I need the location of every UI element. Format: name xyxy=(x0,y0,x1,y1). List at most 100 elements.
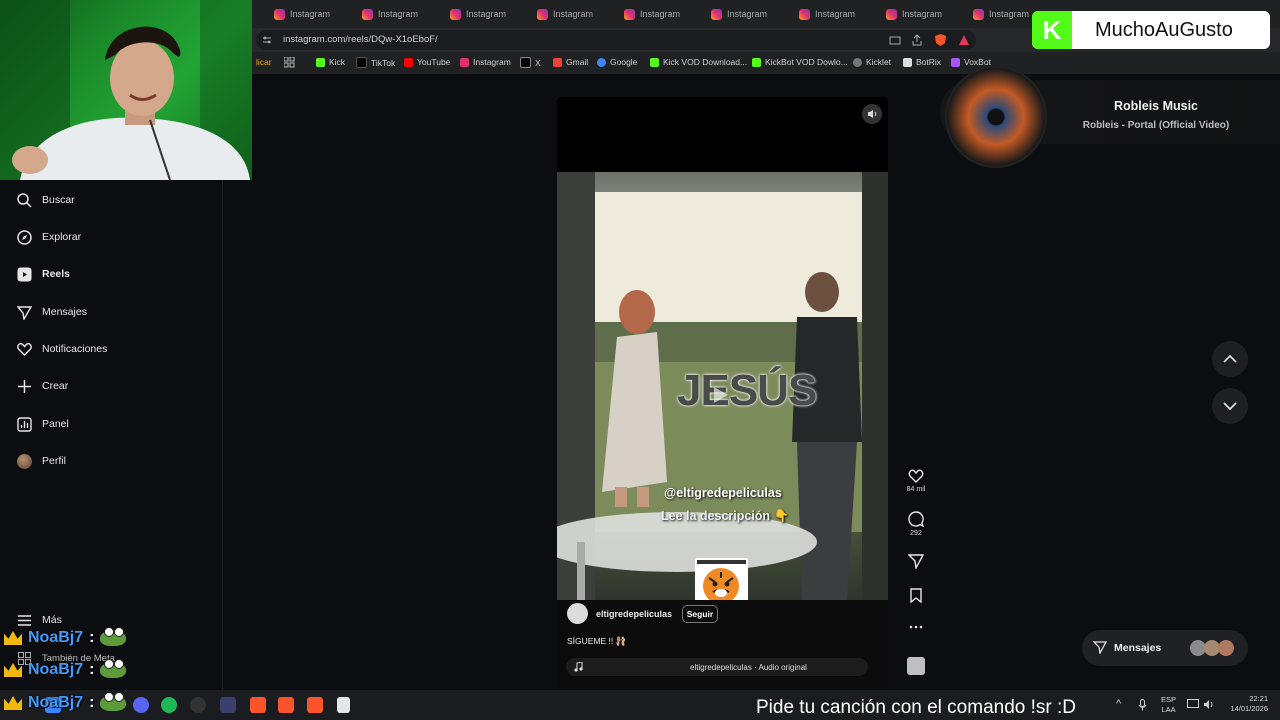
more-options-button[interactable] xyxy=(903,625,929,629)
bookmark-gmail[interactable]: Gmail xyxy=(553,57,588,67)
chevron-down-icon xyxy=(1223,402,1237,410)
share-icon[interactable] xyxy=(911,34,923,46)
kicklet-icon xyxy=(853,57,862,67)
bookmark-youtube[interactable]: YouTube xyxy=(404,57,450,67)
chart-icon xyxy=(16,416,32,432)
instagram-icon xyxy=(973,8,984,20)
creator-avatar[interactable] xyxy=(567,603,588,624)
file-icon[interactable] xyxy=(337,697,350,713)
x-icon xyxy=(520,57,531,68)
search-icon xyxy=(16,192,32,208)
chat-message: NoaBj7: xyxy=(4,659,127,679)
discord-icon[interactable] xyxy=(133,697,149,713)
network-icon[interactable] xyxy=(1187,699,1199,710)
music-song: Robleis - Portal (Official Video) xyxy=(1082,120,1230,131)
sidebar-item-reels[interactable]: Reels xyxy=(16,266,70,282)
install-icon[interactable] xyxy=(889,34,901,46)
bookmark-x[interactable]: X xyxy=(520,57,541,68)
send-icon xyxy=(908,554,924,569)
gmail-icon xyxy=(553,57,562,67)
heart-icon xyxy=(16,341,32,357)
instagram-icon xyxy=(362,8,373,20)
avatar xyxy=(1218,640,1234,656)
instagram-icon xyxy=(450,8,461,20)
channel-name: MuchoAuGusto xyxy=(1095,19,1233,41)
plus-icon xyxy=(16,378,32,394)
youtube-icon xyxy=(404,57,413,67)
microphone-icon[interactable] xyxy=(1138,699,1147,711)
like-button[interactable]: 84 mil xyxy=(903,468,929,493)
kick-icon xyxy=(650,57,659,67)
url-text[interactable]: instagram.com/reels/DQw-X1oEboF/ xyxy=(283,34,438,45)
tiktok-icon xyxy=(356,57,367,68)
save-button[interactable] xyxy=(903,588,929,603)
overlay-title: JESÚS xyxy=(677,366,817,415)
bookmark-kick-vod[interactable]: Kick VOD Download... xyxy=(650,57,747,67)
brave-rewards-icon[interactable] xyxy=(958,34,970,46)
apps-grid-icon[interactable] xyxy=(284,57,295,68)
instagram-icon xyxy=(274,8,285,20)
bookmark-kickbot[interactable]: KickBot VOD Dowlo... xyxy=(752,57,848,67)
obs-icon[interactable] xyxy=(190,697,206,713)
brave-icon[interactable] xyxy=(250,697,266,713)
play-icon[interactable] xyxy=(710,385,730,405)
sidebar-item-notificaciones[interactable]: Notificaciones xyxy=(16,341,107,357)
browser-tab[interactable]: Instagram xyxy=(951,4,1043,24)
share-button[interactable] xyxy=(903,554,929,569)
clock[interactable]: 22:21 14/01/2026 xyxy=(1224,694,1268,714)
sidebar-item-crear[interactable]: Crear xyxy=(16,378,68,394)
previous-reel-button[interactable] xyxy=(1212,341,1248,377)
bookmark-tiktok[interactable]: TikTok xyxy=(356,57,395,68)
instagram-icon xyxy=(624,8,635,20)
site-settings-icon[interactable] xyxy=(262,35,272,45)
bookmark-google[interactable]: Google xyxy=(597,57,637,67)
messages-label: Mensajes xyxy=(1114,642,1162,654)
sidebar-item-buscar[interactable]: Buscar xyxy=(16,192,75,208)
sidebar-item-panel[interactable]: Panel xyxy=(16,416,69,432)
frog-emote-icon xyxy=(100,627,127,646)
brave-shield-icon[interactable] xyxy=(934,33,947,47)
chevron-up-icon xyxy=(1223,355,1237,363)
comment-button[interactable]: 292 xyxy=(903,511,929,537)
bookmark-voxbot[interactable]: VoxBot xyxy=(951,57,991,67)
instagram-icon xyxy=(537,8,548,20)
follow-button[interactable]: Seguir xyxy=(682,605,718,623)
chat-message: NoaBj7: xyxy=(4,692,127,712)
sidebar-item-explorar[interactable]: Explorar xyxy=(16,229,81,245)
crown-icon xyxy=(4,663,22,677)
brave-icon[interactable] xyxy=(278,697,294,713)
chat-message: NoaBj7: xyxy=(4,627,127,647)
volume-button[interactable] xyxy=(862,104,882,124)
audio-thumbnail[interactable] xyxy=(907,657,925,675)
volume-icon[interactable] xyxy=(1203,699,1215,710)
audio-label[interactable]: eltigredepeliculas · Audio original xyxy=(690,663,807,672)
brave-icon[interactable] xyxy=(307,697,323,713)
creator-username[interactable]: eltigredepeliculas xyxy=(596,609,672,619)
bookmark-botrix[interactable]: BotRix xyxy=(903,57,941,67)
botrix-icon xyxy=(903,57,912,67)
crown-icon xyxy=(4,631,22,645)
next-reel-button[interactable] xyxy=(1212,388,1248,424)
instagram-icon xyxy=(886,8,897,20)
bookmark-instagram[interactable]: Instagram xyxy=(460,57,511,67)
send-icon xyxy=(16,304,32,320)
bookmark-icon xyxy=(910,588,922,603)
instagram-icon xyxy=(711,8,722,20)
tray-chevron-icon[interactable]: ^ xyxy=(1116,698,1121,710)
avatar xyxy=(16,453,32,469)
voxbot-icon xyxy=(951,57,960,67)
bookmark-kicklet[interactable]: Kicklet xyxy=(853,57,891,67)
sidebar-item-more[interactable]: Más xyxy=(16,612,62,628)
language-indicator[interactable]: ESP LAA xyxy=(1161,695,1176,715)
reel-caption: SÍGUEME !! 🩰 xyxy=(567,636,627,646)
spotify-icon[interactable] xyxy=(161,697,177,713)
bookmark[interactable]: licar xyxy=(252,57,272,67)
app-icon[interactable] xyxy=(220,697,236,713)
sidebar-item-perfil[interactable]: Perfil xyxy=(16,453,66,469)
bookmark-kick[interactable]: Kick xyxy=(316,57,345,67)
album-art-disc xyxy=(945,66,1047,168)
sidebar-item-mensajes[interactable]: Mensajes xyxy=(16,304,87,320)
speaker-icon xyxy=(867,110,876,118)
instagram-icon xyxy=(460,57,469,67)
reels-icon xyxy=(16,266,32,282)
